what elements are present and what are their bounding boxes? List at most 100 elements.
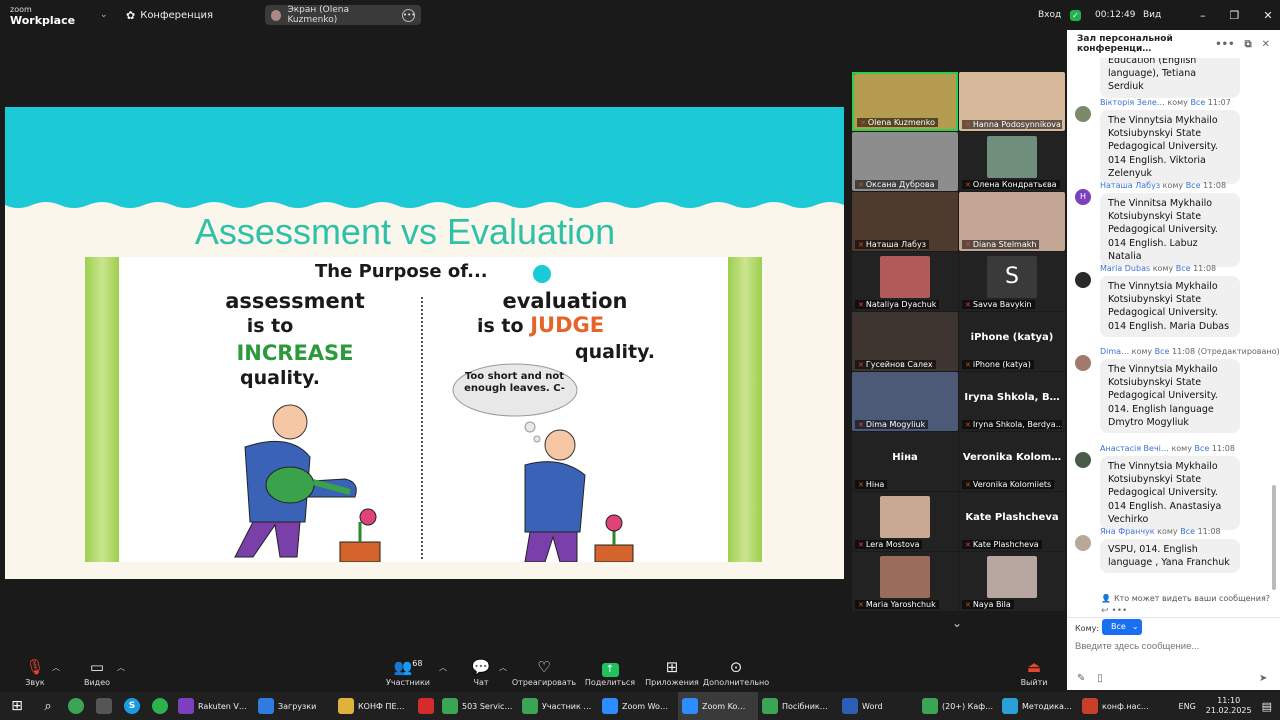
chevron-up-icon[interactable]: ︿ (117, 662, 125, 673)
participant-tile[interactable]: ✕ Maria Yaroshchuk (852, 552, 958, 611)
sender-avatar[interactable] (1075, 452, 1091, 468)
leave-button[interactable]: ⏏ Выйти (999, 658, 1069, 687)
taskbar-app[interactable] (414, 692, 438, 720)
more-button[interactable]: ⊙ Дополнительно (701, 658, 771, 687)
participant-tile[interactable]: Veronika Kolom… ✕ Veronika Kolomiiets (959, 432, 1065, 491)
participant-name-label: ✕ Kate Plashcheva (962, 540, 1042, 549)
screen-share-indicator[interactable]: Экран (Olena Kuzmenko) ••• (265, 5, 421, 25)
participant-name-label: ✕ Veronika Kolomiiets (962, 480, 1055, 489)
taskbar-app[interactable]: Посібник… (758, 692, 838, 720)
participant-tile[interactable]: ✕ Hanna Podosynnikova (959, 72, 1065, 131)
sender-avatar[interactable] (1075, 355, 1091, 371)
sender-name[interactable]: Яна Франчук (1100, 527, 1155, 536)
format-icon[interactable]: ✎ (1077, 673, 1085, 684)
taskbar-app[interactable]: Rakuten V… (174, 692, 254, 720)
participant-video (987, 556, 1037, 598)
taskbar-app[interactable]: Методика… (998, 692, 1078, 720)
conference-menu[interactable]: ✿ Конференция (126, 9, 213, 22)
participant-tile[interactable]: ✕ Diana Stelmakh (959, 192, 1065, 251)
gallery-scroll-down-icon[interactable]: ⌄ (952, 616, 962, 630)
taskbar-app[interactable]: 503 Servic… (438, 692, 518, 720)
taskbar-app[interactable]: конф.нас… (1078, 692, 1158, 720)
participant-tile[interactable]: Kate Plashcheva ✕ Kate Plashcheva (959, 492, 1065, 551)
minimize-icon[interactable]: – (1200, 9, 1206, 22)
sender-avatar[interactable] (1075, 272, 1091, 288)
react-button[interactable]: ♡ Отреагировать (509, 658, 579, 687)
participant-tile[interactable]: iPhone (katya) ✕ iPhone (katya) (959, 312, 1065, 371)
language-indicator[interactable]: ENG (1179, 702, 1196, 711)
participants-button[interactable]: 👥68 Участники (373, 658, 443, 687)
chevron-down-icon[interactable]: ⌄ (100, 10, 112, 20)
chevron-down-icon: ⌄ (1131, 622, 1139, 631)
participant-tile[interactable]: ✕ Dima Mogyliuk (852, 372, 958, 431)
taskbar-app[interactable]: Zoom Ko… (678, 692, 758, 720)
calculator-icon[interactable] (96, 698, 112, 714)
notifications-icon[interactable]: ▤ (1262, 700, 1272, 713)
reply-icon[interactable]: ↩ (1101, 606, 1109, 616)
taskbar-app[interactable]: (20+) Каф… (918, 692, 998, 720)
sender-name[interactable]: Maria Dubas (1100, 264, 1150, 273)
taskbar-app[interactable]: Zoom Wo… (598, 692, 678, 720)
sender-name[interactable]: Анастасія Вечі… (1100, 444, 1169, 453)
share-button[interactable]: ↑ Поделиться (575, 658, 645, 687)
chevron-up-icon[interactable]: ︿ (499, 662, 507, 673)
sender-name[interactable]: Dima… (1100, 347, 1129, 356)
sender-avatar[interactable] (1075, 106, 1091, 122)
message-meta: Maria Dubas кому Все 11:08 (1100, 264, 1217, 273)
send-icon[interactable]: ➤ (1259, 673, 1267, 684)
sender-avatar[interactable] (1075, 535, 1091, 551)
recipient-dropdown[interactable]: Все ⌄ (1102, 619, 1142, 635)
participant-tile[interactable]: ✕ Олена Кондратьєва (959, 132, 1065, 191)
more-options-icon[interactable]: ••• (1111, 606, 1127, 616)
taskbar-app[interactable]: Участник … (518, 692, 598, 720)
chat-scrollbar[interactable] (1272, 485, 1276, 590)
participant-tile[interactable]: ✕ Lera Mostova (852, 492, 958, 551)
mic-muted-icon: ✕ (965, 181, 971, 189)
sender-name[interactable]: Наташа Лабуз (1100, 181, 1160, 190)
participant-tile[interactable]: ✕ Olena Kuzmenko (852, 72, 958, 131)
file-icon[interactable]: ▯ (1097, 673, 1103, 684)
message-meta: Вікторія Зеле… кому Все 11:07 (1100, 98, 1231, 107)
signin-link[interactable]: Вход (1038, 0, 1061, 30)
more-options-icon[interactable]: ••• (1215, 39, 1234, 50)
whatsapp-icon[interactable] (152, 698, 168, 714)
app-icon (922, 698, 938, 714)
participant-tile[interactable]: ✕ Наташа Лабуз (852, 192, 958, 251)
search-icon[interactable]: ⌕ (34, 699, 62, 714)
people-icon: 👤 (1101, 594, 1111, 603)
mic-muted-icon: ✕ (858, 241, 864, 249)
maximize-icon[interactable]: ❐ (1230, 9, 1240, 22)
more-options-icon[interactable]: ••• (402, 8, 415, 22)
sender-name[interactable]: Вікторія Зеле… (1100, 98, 1165, 107)
participant-tile[interactable]: ✕ Оксана Дуброва (852, 132, 958, 191)
apps-button[interactable]: ⊞ Приложения (637, 658, 707, 687)
taskbar-app[interactable]: Загрузки (254, 692, 334, 720)
taskbar-app[interactable]: КОНФ ПЕ… (334, 692, 414, 720)
message-input[interactable] (1075, 638, 1265, 654)
participant-display-name: Ніна (892, 452, 918, 463)
taskbar-app[interactable]: Word (838, 692, 918, 720)
participant-tile[interactable]: Iryna Shkola, B… ✕ Iryna Shkola, Berdya… (959, 372, 1065, 431)
slide-title: Assessment vs Evaluation (194, 211, 616, 252)
close-icon[interactable]: ✕ (1262, 39, 1270, 50)
chrome-icon[interactable] (68, 698, 84, 714)
participant-name-label: ✕ Lera Mostova (855, 540, 923, 549)
participant-tile[interactable]: S ✕ Savva Bavykin (959, 252, 1065, 311)
chevron-up-icon[interactable]: ︿ (52, 662, 60, 673)
participant-display-name: iPhone (katya) (970, 332, 1054, 343)
sender-avatar[interactable]: H (1075, 189, 1091, 205)
visibility-note[interactable]: 👤 Кто может видеть ваши сообщения? (1101, 594, 1270, 603)
close-icon[interactable]: ✕ (1263, 9, 1272, 22)
zoom-window: zoom Workplace ⌄ ✿ Конференция Экран (Ol… (0, 0, 1280, 720)
participant-tile[interactable]: ✕ Naya Bila (959, 552, 1065, 611)
popout-icon[interactable]: ⧉ (1244, 39, 1251, 50)
participant-tile[interactable]: ✕ Nataliya Dyachuk (852, 252, 958, 311)
participant-tile[interactable]: Ніна ✕ Ніна (852, 432, 958, 491)
clock[interactable]: 11:10 21.02.2025 (1206, 696, 1252, 716)
skype-icon[interactable]: S (124, 698, 140, 714)
message-actions[interactable]: ↩ ••• (1101, 606, 1127, 616)
participant-tile[interactable]: ✕ Гусейнов Салех (852, 312, 958, 371)
view-button[interactable]: Вид (1143, 0, 1161, 30)
app-icon (522, 698, 538, 714)
windows-start-icon[interactable]: ⊞ (0, 698, 34, 714)
